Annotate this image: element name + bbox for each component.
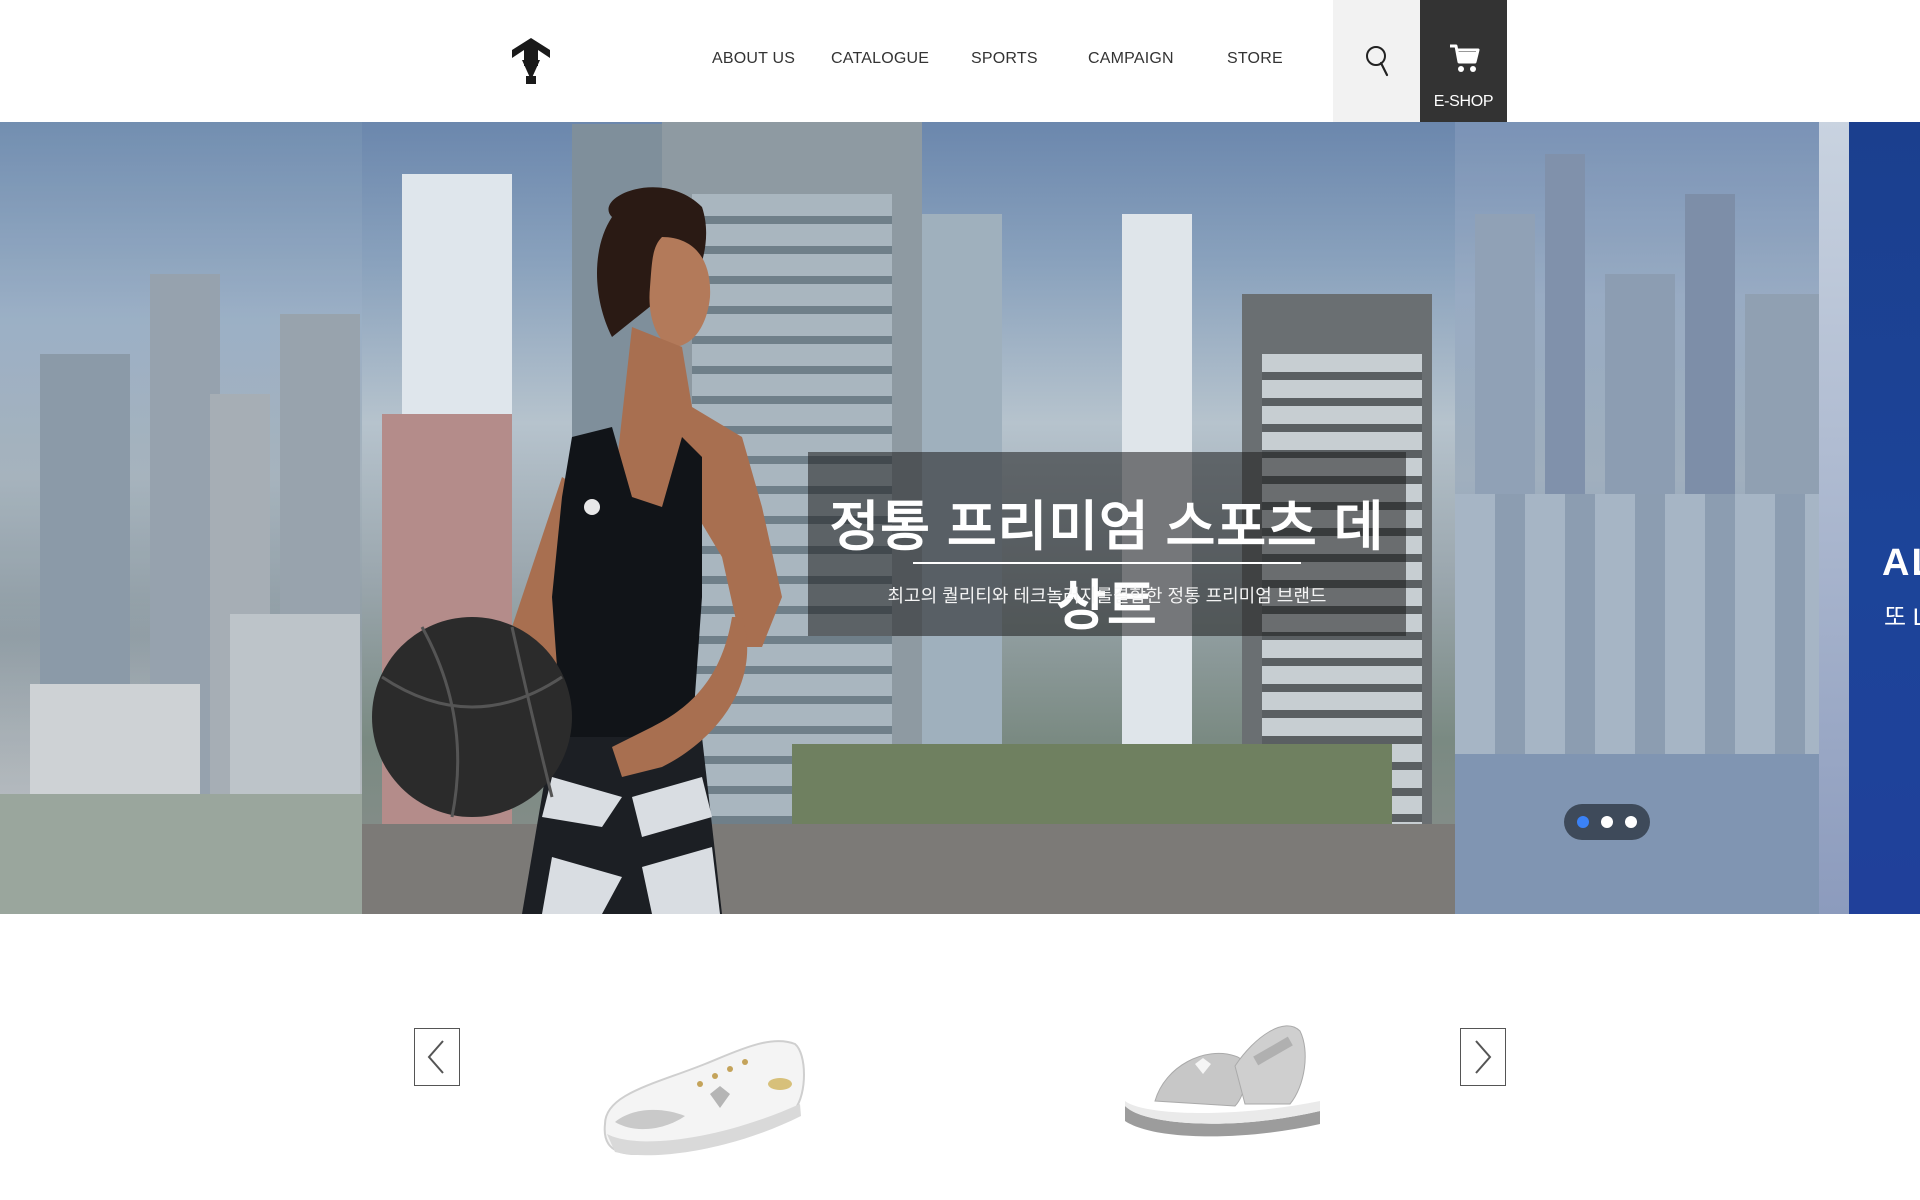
main-nav: ABOUT US CATALOGUE SPORTS CAMPAIGN STORE <box>0 0 1920 122</box>
pagination-dot-3[interactable] <box>1625 816 1637 828</box>
hero-carousel[interactable]: AL 또 L 정통 프리미엄 스포츠 데상트 최고의 퀄리티와 테크놀러지를결합… <box>0 122 1920 914</box>
pagination-dot-1[interactable] <box>1577 816 1589 828</box>
chevron-right-icon <box>1475 1040 1492 1074</box>
next-slide-title: AL <box>1882 542 1920 584</box>
chevron-left-icon <box>427 1040 444 1074</box>
nav-sports[interactable]: SPORTS <box>971 50 1038 68</box>
caption-divider <box>913 562 1301 564</box>
far-slide-preview[interactable] <box>1819 122 1920 914</box>
nav-store[interactable]: STORE <box>1227 50 1283 68</box>
search-button[interactable] <box>1333 0 1420 122</box>
product-white-sneaker[interactable] <box>595 1024 810 1164</box>
cart-icon <box>1450 44 1480 72</box>
next-slide-subtitle: 또 L <box>1884 604 1920 631</box>
athlete-image <box>372 187 782 914</box>
site-header: ABOUT US CATALOGUE SPORTS CAMPAIGN STORE… <box>0 0 1920 122</box>
hero-caption: 정통 프리미엄 스포츠 데상트 최고의 퀄리티와 테크놀러지를결합한 정통 프리… <box>808 452 1406 636</box>
product-gray-sandal[interactable] <box>1115 1006 1330 1146</box>
nav-about-us[interactable]: ABOUT US <box>712 50 795 68</box>
search-icon <box>1365 46 1388 77</box>
hero-title: 정통 프리미엄 스포츠 데상트 <box>829 497 1385 636</box>
nav-catalogue[interactable]: CATALOGUE <box>831 50 929 68</box>
carousel-pagination <box>1564 804 1650 840</box>
previous-slide[interactable] <box>0 122 362 914</box>
product-carousel <box>0 914 1920 1200</box>
nav-campaign[interactable]: CAMPAIGN <box>1088 50 1174 68</box>
eshop-button[interactable]: E-SHOP <box>1420 0 1507 122</box>
next-slide-preview[interactable] <box>1455 122 1819 914</box>
prev-product-button[interactable] <box>414 1028 460 1086</box>
hero-subtitle: 최고의 퀄리티와 테크놀러지를결합한 정통 프리미엄 브랜드 <box>887 586 1327 606</box>
next-product-button[interactable] <box>1460 1028 1506 1086</box>
eshop-label: E-SHOP <box>1433 93 1494 110</box>
pagination-dot-2[interactable] <box>1601 816 1613 828</box>
